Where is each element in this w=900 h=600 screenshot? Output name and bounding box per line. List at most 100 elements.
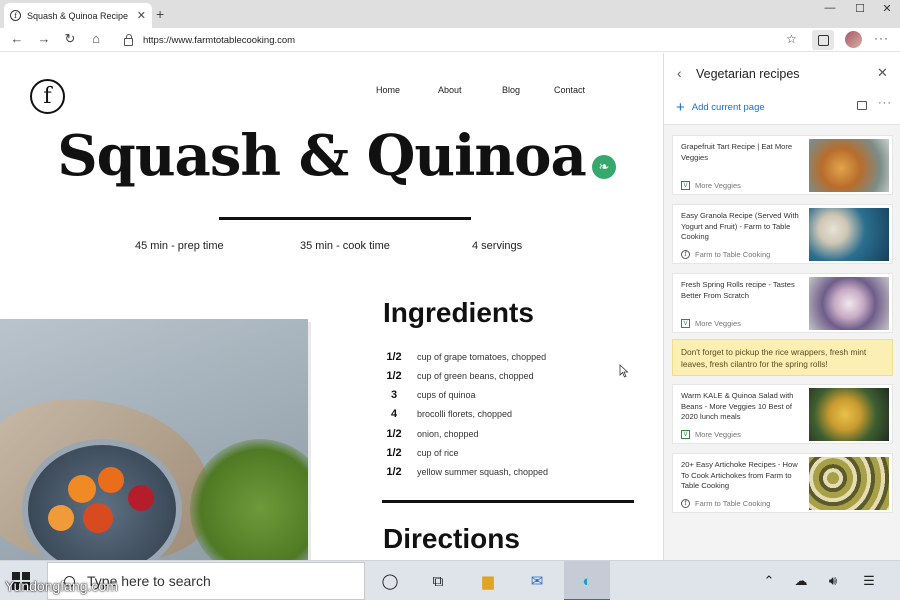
tab-recipe[interactable]: f Squash & Quinoa Recipe ✕ (4, 3, 152, 28)
site-logo[interactable]: f (30, 79, 65, 114)
collection-item-title: 20+ Easy Artichoke Recipes - How To Cook… (681, 460, 798, 490)
title-divider (219, 217, 471, 220)
source-label: More Veggies (695, 430, 741, 439)
profile-avatar[interactable] (845, 31, 862, 48)
kale-quinoa-thumbnail (809, 388, 889, 441)
add-note-icon[interactable] (857, 101, 867, 110)
mouse-cursor-icon (619, 364, 629, 378)
collection-item-source: V More Veggies (681, 430, 741, 439)
collections-more-icon[interactable]: ··· (878, 97, 892, 109)
maximize-icon[interactable]: ☐ (845, 2, 875, 15)
collection-item-title: Fresh Spring Rolls recipe - Tastes Bette… (681, 280, 795, 300)
tray-chevron-icon[interactable]: ⌃ (757, 569, 781, 593)
add-current-page-button[interactable]: + Add current page (676, 99, 765, 116)
tab-title: Squash & Quinoa Recipe (27, 10, 129, 21)
more-veggies-icon: V (681, 430, 690, 439)
collections-icon[interactable] (812, 30, 834, 50)
collections-panel: ‹ Vegetarian recipes ✕ + Add current pag… (663, 53, 900, 560)
ingredients-divider (382, 500, 634, 503)
plus-icon: + (676, 99, 685, 116)
ingredient-row: 4 brocolli florets, chopped (383, 405, 643, 423)
watermark-text: Yundongfang.com (5, 578, 118, 594)
browser-toolbar: ← → ↻ ⌂ https://www.farmtotablecooking.c… (0, 28, 900, 52)
close-window-icon[interactable]: ✕ (872, 2, 900, 15)
collection-item[interactable]: Easy Granola Recipe (Served With Yogurt … (672, 204, 893, 264)
volume-icon[interactable]: 🔊︎ (821, 569, 845, 593)
collection-item-source: f Farm to Table Cooking (681, 250, 770, 259)
collections-back-icon[interactable]: ‹ (677, 65, 682, 81)
ingredient-row: 1/2 cup of grape tomatoes, chopped (383, 348, 643, 366)
action-center-icon[interactable]: ☰ (857, 569, 881, 593)
refresh-icon[interactable]: ↻ (60, 31, 80, 47)
source-label: Farm to Table Cooking (695, 250, 771, 259)
directions-heading: Directions (383, 523, 520, 554)
ingredient-item: cups of quinoa (417, 390, 476, 400)
prep-time: 45 min - prep time (135, 240, 224, 252)
source-label: More Veggies (695, 319, 741, 328)
farm-to-table-icon: f (681, 499, 690, 508)
lock-icon (124, 33, 133, 46)
ingredients-heading: Ingredients (383, 297, 534, 328)
site-favicon-icon: f (10, 10, 21, 21)
ingredient-qty: 1/2 (386, 466, 402, 478)
nav-contact[interactable]: Contact (554, 85, 585, 95)
ingredient-item: cup of rice (417, 448, 459, 458)
home-icon[interactable]: ⌂ (86, 31, 106, 46)
collection-title: Vegetarian recipes (696, 67, 800, 81)
collection-item[interactable]: 20+ Easy Artichoke Recipes - How To Cook… (672, 453, 893, 513)
collections-close-icon[interactable]: ✕ (877, 65, 888, 81)
more-veggies-icon: V (681, 319, 690, 328)
servings: 4 servings (472, 240, 523, 252)
collection-item-title: Easy Granola Recipe (Served With Yogurt … (681, 211, 799, 241)
screen: f Squash & Quinoa Recipe ✕ + — ☐ ✕ ← → ↻… (0, 0, 900, 600)
collection-note[interactable]: Don't forget to pickup the rice wrappers… (672, 339, 893, 376)
nav-home[interactable]: Home (376, 85, 400, 95)
ingredient-row: 1/2 cup of green beans, chopped (383, 367, 643, 385)
nav-blog[interactable]: Blog (502, 85, 520, 95)
recipe-photo (0, 319, 308, 560)
back-icon[interactable]: ← (7, 31, 27, 46)
edge-icon: ◐ (582, 572, 592, 590)
ingredient-qty: 1/2 (386, 447, 402, 459)
grapefruit-tart-thumbnail (809, 139, 889, 192)
url-text: https://www.farmtotablecooking.com (143, 34, 296, 46)
new-tab-icon[interactable]: + (156, 6, 164, 22)
ingredient-item: cup of grape tomatoes, chopped (417, 352, 547, 362)
nav-about[interactable]: About (438, 85, 462, 95)
task-view-icon[interactable]: ⧉ (426, 569, 450, 593)
photo-greens (190, 439, 308, 560)
edge-taskbar-button[interactable]: ◐ (564, 561, 610, 600)
ingredient-row: 1/2 yellow summer squash, chopped (383, 463, 643, 481)
windows-taskbar: Type here to search ◯ ⧉ ▆ ✉ ◐ ⌃ ☁ 🔊︎ ☰ (0, 560, 900, 600)
ingredient-row: 1/2 onion, chopped (383, 425, 643, 443)
ingredient-row: 1/2 cup of rice (383, 444, 643, 462)
more-options-icon[interactable]: ··· (874, 31, 889, 45)
ingredient-qty: 1/2 (386, 351, 402, 363)
collection-item[interactable]: Fresh Spring Rolls recipe - Tastes Bette… (672, 273, 893, 333)
ingredient-item: onion, chopped (417, 429, 479, 439)
ingredient-qty: 4 (390, 408, 398, 420)
collections-header: ‹ Vegetarian recipes ✕ + Add current pag… (664, 53, 900, 125)
forward-icon[interactable]: → (34, 31, 54, 46)
collection-item-source: V More Veggies (681, 181, 741, 190)
collection-item-source: f Farm to Table Cooking (681, 499, 770, 508)
more-veggies-icon: V (681, 181, 690, 190)
onedrive-cloud-icon[interactable]: ☁ (789, 569, 813, 593)
ingredient-qty: 3 (390, 389, 398, 401)
close-tab-icon[interactable]: ✕ (137, 9, 146, 22)
collection-item-title: Grapefruit Tart Recipe | Eat More Veggie… (681, 142, 793, 162)
leaf-icon: ❧ (592, 155, 616, 179)
collection-item-title: Warm KALE & Quinoa Salad with Beans - Mo… (681, 391, 794, 421)
minimize-icon[interactable]: — (815, 2, 845, 14)
file-explorer-icon[interactable]: ▆ (476, 569, 500, 593)
cortana-icon[interactable]: ◯ (378, 569, 402, 593)
collection-item[interactable]: Warm KALE & Quinoa Salad with Beans - Mo… (672, 384, 893, 444)
ingredient-qty: 1/2 (386, 428, 402, 440)
recipe-title: Squash & Quinoa (57, 123, 587, 189)
favorite-star-icon[interactable]: ☆ (786, 32, 797, 46)
mail-icon[interactable]: ✉ (525, 569, 549, 593)
ingredient-item: yellow summer squash, chopped (417, 467, 549, 477)
artichoke-thumbnail (809, 457, 889, 510)
collection-item[interactable]: Grapefruit Tart Recipe | Eat More Veggie… (672, 135, 893, 195)
address-bar[interactable]: https://www.farmtotablecooking.com (116, 30, 806, 50)
